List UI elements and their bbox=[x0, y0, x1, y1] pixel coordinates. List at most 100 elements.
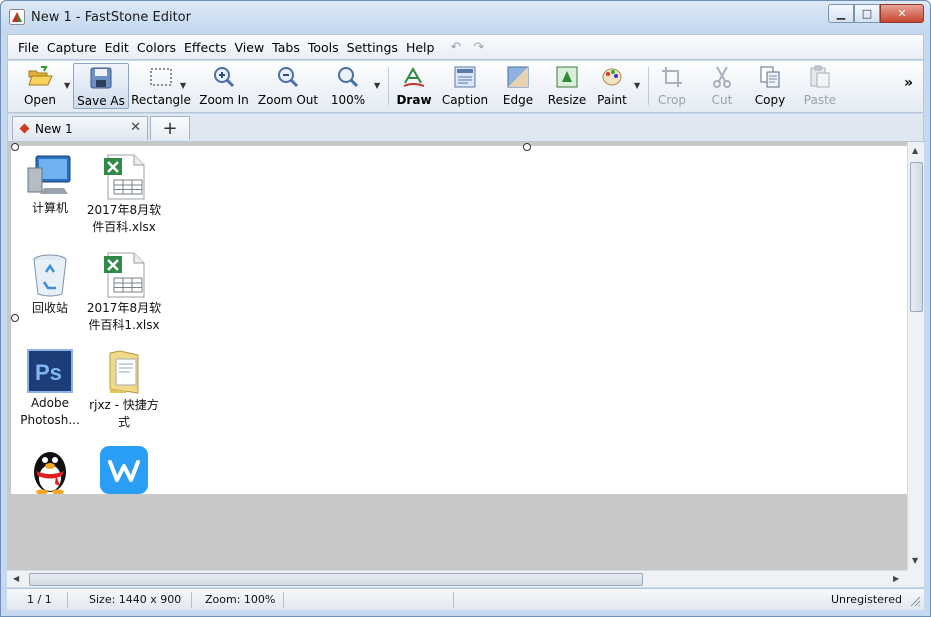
status-divider bbox=[67, 592, 68, 608]
chevron-down-icon[interactable]: ▼ bbox=[64, 81, 70, 90]
menu-settings[interactable]: Settings bbox=[345, 40, 404, 55]
desktop-icon-label: 2017年8月软件百科.xlsx bbox=[86, 203, 162, 234]
desktop-icon-label: 回收站 bbox=[31, 301, 68, 315]
redo-icon[interactable]: ↷ bbox=[473, 40, 484, 55]
edge-button[interactable]: Edge bbox=[498, 63, 538, 109]
zoom-out-button[interactable]: Zoom Out bbox=[256, 63, 320, 109]
scissors-icon bbox=[713, 66, 731, 88]
desktop-icon-photoshop: Ps Adobe Photosh... bbox=[10, 349, 90, 429]
scroll-left-icon[interactable]: ◀ bbox=[13, 574, 19, 583]
computer-icon bbox=[27, 155, 71, 194]
chevron-down-icon[interactable]: ▼ bbox=[634, 81, 640, 90]
desktop-icon-label: 计算机 bbox=[31, 201, 68, 215]
scrollbar-corner bbox=[907, 570, 924, 587]
paint-label: Paint bbox=[597, 93, 627, 107]
status-zoom: Zoom: 100% bbox=[205, 593, 276, 606]
magnifier-icon bbox=[338, 67, 359, 88]
chevron-down-icon[interactable]: ▼ bbox=[374, 81, 380, 90]
resize-button[interactable]: Resize bbox=[546, 63, 588, 109]
image-canvas[interactable]: 计算机 2017年8月软件百科.xlsx 回收站 2017年8月软件百科1.xl… bbox=[11, 146, 907, 494]
scroll-up-icon[interactable]: ▲ bbox=[912, 146, 918, 155]
menu-file[interactable]: File bbox=[16, 40, 45, 55]
rectangle-select-icon bbox=[150, 68, 172, 86]
crop-label: Crop bbox=[657, 93, 686, 107]
status-divider bbox=[283, 592, 284, 608]
crop-button[interactable]: Crop bbox=[654, 63, 690, 109]
caption-label: Caption bbox=[441, 93, 489, 107]
desktop-icon-label: Adobe Photosh... bbox=[20, 396, 80, 427]
zoom-in-button[interactable]: Zoom In bbox=[198, 63, 250, 109]
qq-penguin-icon bbox=[34, 452, 66, 494]
save-as-label: Save As bbox=[77, 94, 125, 108]
title-bar: New 1 - FastStone Editor ▁ □ ✕ bbox=[1, 1, 930, 33]
draw-pen-icon bbox=[403, 66, 425, 87]
status-registration: Unregistered bbox=[831, 593, 902, 606]
paste-button[interactable]: Paste bbox=[800, 63, 840, 109]
paint-button[interactable]: Paint bbox=[594, 63, 630, 109]
undo-icon[interactable]: ↶ bbox=[450, 40, 461, 55]
window-controls: ▁ □ ✕ bbox=[828, 4, 924, 23]
rectangle-label: Rectangle bbox=[131, 93, 191, 107]
horizontal-scroll-thumb[interactable] bbox=[29, 573, 643, 586]
svg-text:Ps: Ps bbox=[35, 360, 62, 385]
app-window: New 1 - FastStone Editor ▁ □ ✕ File Capt… bbox=[0, 0, 931, 617]
recycle-bin-icon bbox=[33, 254, 67, 297]
edge-icon bbox=[507, 66, 529, 88]
zoom-in-icon bbox=[214, 67, 235, 88]
minimize-button[interactable]: ▁ bbox=[828, 4, 854, 23]
scroll-right-icon[interactable]: ▶ bbox=[893, 574, 899, 583]
vertical-scrollbar[interactable]: ▲ ▼ bbox=[907, 142, 924, 570]
canvas-area[interactable]: 计算机 2017年8月软件百科.xlsx 回收站 2017年8月软件百科1.xl… bbox=[7, 142, 907, 570]
horizontal-scrollbar[interactable]: ◀ ▶ bbox=[7, 570, 907, 587]
menu-edit[interactable]: Edit bbox=[103, 40, 135, 55]
faststone-logo-icon bbox=[9, 9, 25, 25]
menu-effects[interactable]: Effects bbox=[182, 40, 233, 55]
folder-shortcut-icon bbox=[109, 350, 139, 394]
resize-handle-left[interactable] bbox=[11, 314, 19, 322]
draw-button[interactable]: Draw bbox=[394, 63, 434, 109]
wps-office-icon bbox=[100, 446, 148, 494]
add-tab-button[interactable]: + bbox=[150, 116, 190, 140]
resize-grip-icon[interactable] bbox=[909, 595, 921, 607]
status-size: Size: 1440 x 900 bbox=[89, 593, 182, 606]
menu-help[interactable]: Help bbox=[404, 40, 441, 55]
cut-button[interactable]: Cut bbox=[704, 63, 740, 109]
menu-bar: File Capture Edit Colors Effects View Ta… bbox=[7, 34, 924, 60]
resize-handle-top[interactable] bbox=[523, 143, 531, 151]
tab-bar: New 1 ✕ + bbox=[7, 114, 924, 142]
window-title: New 1 - FastStone Editor bbox=[31, 10, 191, 25]
menu-colors[interactable]: Colors bbox=[135, 40, 182, 55]
scroll-down-icon[interactable]: ▼ bbox=[912, 556, 918, 565]
copy-label: Copy bbox=[754, 93, 786, 107]
status-bar: 1 / 1 Size: 1440 x 900 Zoom: 100% Unregi… bbox=[7, 588, 924, 610]
status-divider bbox=[191, 592, 192, 608]
maximize-button[interactable]: □ bbox=[854, 4, 880, 23]
resize-icon bbox=[556, 66, 578, 88]
resize-handle-top-left[interactable] bbox=[11, 143, 19, 151]
caption-button[interactable]: Caption bbox=[440, 63, 490, 109]
crop-icon bbox=[662, 67, 682, 87]
menu-tabs[interactable]: Tabs bbox=[270, 40, 306, 55]
menu-view[interactable]: View bbox=[233, 40, 271, 55]
toolbar-overflow-button[interactable]: » bbox=[904, 75, 913, 91]
menu-tools[interactable]: Tools bbox=[306, 40, 345, 55]
desktop-icon-recycle-bin: 回收站 bbox=[10, 252, 90, 317]
tab-close-icon[interactable]: ✕ bbox=[130, 120, 141, 135]
zoom-level-button[interactable]: 100% bbox=[328, 63, 368, 109]
vertical-scroll-thumb[interactable] bbox=[910, 162, 923, 312]
excel-file-icon bbox=[104, 154, 145, 200]
zoom-out-icon bbox=[278, 67, 299, 88]
close-button[interactable]: ✕ bbox=[880, 4, 924, 23]
toolbar-divider bbox=[648, 67, 649, 105]
menu-capture[interactable]: Capture bbox=[45, 40, 103, 55]
chevron-down-icon[interactable]: ▼ bbox=[180, 81, 186, 90]
open-button[interactable]: Open bbox=[14, 63, 66, 109]
tab-new-1[interactable]: New 1 ✕ bbox=[12, 116, 148, 140]
zoom-in-label: Zoom In bbox=[199, 93, 249, 107]
modified-indicator-icon bbox=[19, 123, 30, 134]
desktop-icon-qq bbox=[10, 446, 90, 494]
status-divider bbox=[453, 592, 454, 608]
desktop-icon-excel-file: 2017年8月软件百科.xlsx bbox=[84, 154, 164, 236]
save-as-button[interactable]: Save As bbox=[73, 63, 129, 109]
copy-button[interactable]: Copy bbox=[752, 63, 788, 109]
